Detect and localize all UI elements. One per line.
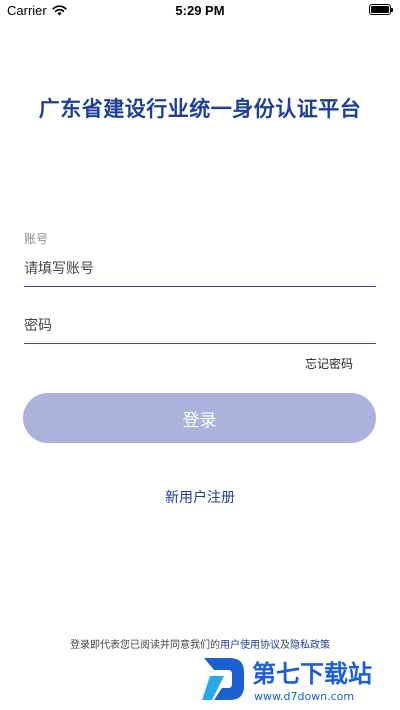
password-underline bbox=[24, 343, 376, 344]
battery-fill bbox=[371, 6, 389, 13]
privacy-policy-link[interactable]: 隐私政策 bbox=[290, 640, 330, 651]
user-agreement-link[interactable]: 用户使用协议 bbox=[220, 640, 280, 651]
status-time: 5:29 PM bbox=[175, 3, 225, 18]
account-input[interactable] bbox=[24, 254, 376, 284]
account-underline bbox=[24, 286, 376, 287]
agreement-text: 登录即代表您已阅读并同意我们的用户使用协议及隐私政策 bbox=[0, 636, 400, 651]
forgot-password-link[interactable]: 忘记密码 bbox=[305, 355, 353, 372]
agreement-and: 及 bbox=[280, 640, 290, 651]
login-button[interactable]: 登录 bbox=[23, 393, 376, 443]
page-title: 广东省建设行业统一身份认证平台 bbox=[38, 97, 362, 121]
agreement-prefix: 登录即代表您已阅读并同意我们的 bbox=[70, 640, 220, 651]
status-right bbox=[369, 4, 393, 15]
password-input[interactable] bbox=[24, 311, 376, 341]
register-link[interactable]: 新用户注册 bbox=[0, 487, 400, 507]
watermark-brand: 第七下载站 bbox=[252, 660, 372, 688]
watermark-logo: 第七下载站 www.d7down.com bbox=[202, 658, 372, 703]
watermark-site: www.d7down.com bbox=[254, 690, 354, 703]
battery-icon bbox=[369, 4, 393, 15]
status-bar: Carrier 5:29 PM bbox=[0, 0, 400, 22]
watermark-d7-icon bbox=[202, 658, 244, 700]
account-label: 账号 bbox=[24, 232, 49, 246]
